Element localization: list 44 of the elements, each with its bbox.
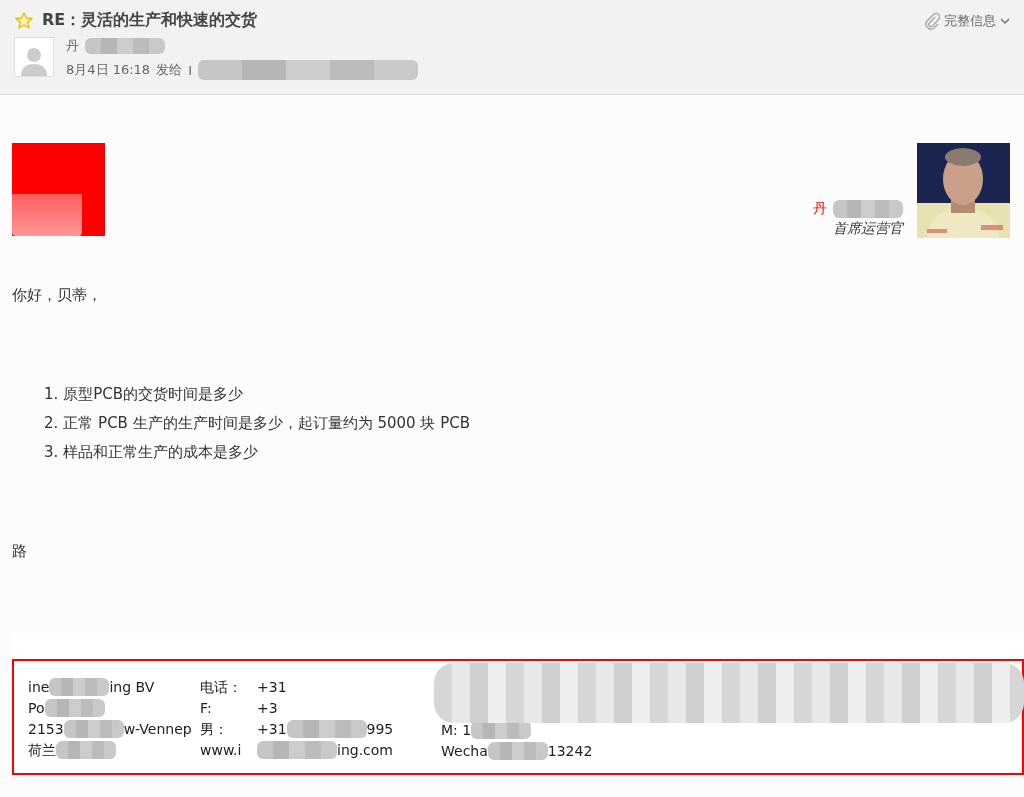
signature-text: M: 1 [441,721,472,740]
signature-text: 男： [200,720,229,739]
signature-text: Wecha [441,742,488,761]
greeting-text: 你好，贝蒂， [12,286,103,305]
signature-text: w-Vennep [123,720,192,739]
blur-patch [487,742,548,760]
signature-text: 13242 [547,742,593,761]
list-item-text: 正常 PCB 生产的生产时间是多少，起订量约为 5000 块 PCB [63,414,470,433]
signature-text: 电话： [200,678,243,697]
sender-name: 丹 [66,37,79,55]
signature-text: 2153 [28,720,64,739]
signature-text: +31 [257,678,287,697]
signature-text: F: [200,699,213,718]
blur-patch [56,741,116,759]
paperclip-icon [924,11,940,30]
chevron-down-icon[interactable] [1000,16,1010,25]
signature-text: ing BV [109,678,155,697]
blur-patch [833,200,903,218]
signature-text: ing.com [337,741,393,760]
closing-text: 路 [12,542,28,561]
recipient-name: I [188,62,192,78]
list-number: 1. [44,385,59,404]
full-details-link[interactable]: 完整信息 [944,11,996,30]
list-number: 2. [44,414,59,433]
email-subject: RE：灵活的生产和快速的交货 [42,10,258,31]
signature-text: Po [28,699,45,718]
blur-patch [44,699,105,717]
signature-text: ine [28,678,50,697]
star-icon[interactable] [14,10,34,31]
list-item-text: 样品和正常生产的成本是多少 [63,443,259,462]
sent-to-label: 发给 [156,61,183,79]
avatar-placeholder [14,37,54,77]
list-item-text: 原型PCB的交货时间是多少 [63,385,244,404]
signature-text: +3 [257,699,278,718]
list-number: 3. [44,443,59,462]
letterhead-name: 丹 [813,200,827,218]
sent-date: 8月4日 16:18 [66,61,151,79]
job-title: 首席运营官 [833,220,903,238]
blur-patch [63,720,124,738]
signature-text: www.i [200,741,243,760]
signature-text: 荷兰 [28,741,56,760]
signature-text: +31 [257,720,287,739]
blur-patch [49,678,110,696]
signature-text: 995 [366,720,394,739]
